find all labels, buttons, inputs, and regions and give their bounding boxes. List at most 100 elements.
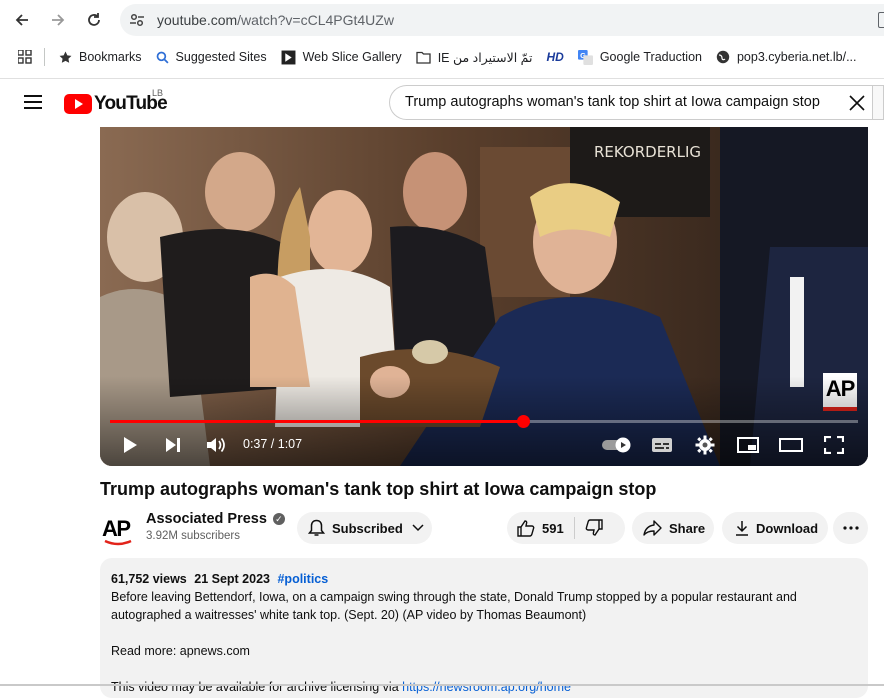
bookmark-label: Web Slice Gallery — [302, 50, 402, 64]
like-count: 591 — [542, 520, 564, 536]
play-icon — [124, 437, 137, 453]
channel-avatar[interactable]: AP — [100, 512, 136, 548]
bookmark-label: pop3.cyberia.net.lb/... — [736, 50, 857, 64]
subscriber-count: 3.92M subscribers — [146, 530, 240, 542]
address-bar[interactable]: youtube.com/watch?v=cCL4PGt4UZw — [120, 4, 884, 36]
next-button[interactable] — [160, 432, 186, 458]
verified-badge-icon: ✓ — [272, 513, 285, 525]
thumbs-down-icon — [585, 519, 603, 536]
bookmark-pop3-cyberia[interactable]: pop3.cyberia.net.lb/... — [716, 50, 857, 64]
forward-button[interactable] — [45, 8, 71, 32]
bookmark-google-traduction[interactable]: G Google Traduction — [577, 49, 702, 65]
search-icon — [156, 51, 169, 64]
bookmark-label: Google Traduction — [599, 50, 702, 64]
miniplayer-icon — [737, 437, 759, 453]
settings-button[interactable] — [692, 432, 718, 458]
bookmarks-bar: Bookmarks Suggested Sites Web Slice Gall… — [0, 40, 884, 74]
bell-icon — [308, 519, 325, 537]
bookmark-label: Suggested Sites — [175, 50, 267, 64]
youtube-header: YouTube LB Trump autographs woman's tank… — [0, 79, 884, 127]
download-button[interactable]: Download — [722, 512, 828, 544]
bookmark-label: تمّ الاستيراد من IE — [437, 50, 533, 65]
bookmark-label: Bookmarks — [79, 50, 142, 64]
url-host: youtube.com — [157, 12, 238, 28]
bookmark-bookmarks[interactable]: Bookmarks — [59, 50, 142, 64]
bookmark-ie-imported[interactable]: تمّ الاستيراد من IE — [416, 50, 533, 65]
translate-icon: G — [577, 49, 593, 65]
channel-name-text: Associated Press — [146, 511, 267, 527]
video-title: Trump autographs woman's tank top shirt … — [100, 479, 657, 499]
download-icon — [735, 520, 749, 536]
description-line: Before leaving Bettendorf, Iowa, on a ca… — [111, 590, 797, 604]
description-box[interactable]: 61,752 views 21 Sept 2023 #politics Befo… — [100, 558, 868, 698]
autoplay-toggle-icon — [602, 437, 631, 453]
more-horizontal-icon — [842, 526, 859, 530]
search-query-text: Trump autographs woman's tank top shirt … — [405, 94, 820, 110]
volume-icon — [207, 437, 225, 453]
captions-icon — [652, 438, 672, 452]
upload-date: 21 Sept 2023 — [194, 572, 270, 586]
fullscreen-icon — [824, 436, 844, 454]
thumbs-up-icon — [517, 520, 535, 537]
share-button[interactable]: Share — [632, 512, 714, 544]
progress-fill — [110, 420, 523, 423]
description-meta: 61,752 views 21 Sept 2023 #politics — [111, 570, 857, 588]
share-icon — [643, 520, 662, 536]
bookmark-hd[interactable]: HD — [546, 50, 563, 64]
next-icon — [166, 438, 180, 452]
bookmark-web-slice-gallery[interactable]: Web Slice Gallery — [281, 50, 402, 65]
dislike-button[interactable] — [585, 519, 603, 537]
autoplay-toggle[interactable] — [600, 432, 634, 458]
like-button[interactable] — [517, 519, 535, 537]
search-button[interactable] — [872, 85, 884, 120]
chalkboard-text: REKORDERLIG — [594, 143, 701, 161]
globe-icon — [716, 50, 730, 64]
web-slice-icon — [281, 50, 296, 65]
bookmark-suggested-sites[interactable]: Suggested Sites — [156, 50, 267, 64]
play-button[interactable] — [117, 432, 143, 458]
channel-name[interactable]: Associated Press ✓ — [146, 511, 285, 527]
like-divider — [573, 517, 575, 539]
like-dislike-group: 591 — [507, 512, 625, 544]
licensing-line: This video may be available for archive … — [111, 678, 857, 696]
bookmarks-divider — [44, 48, 45, 66]
youtube-logo[interactable]: YouTube LB — [64, 88, 168, 115]
clear-search-icon[interactable] — [848, 94, 866, 112]
back-arrow-icon — [15, 14, 28, 26]
fullscreen-button[interactable] — [821, 432, 847, 458]
time-display: 0:37 / 1:07 — [243, 437, 303, 451]
site-settings-icon[interactable] — [128, 11, 146, 29]
url-path: /watch?v=cCL4PGt4UZw — [237, 12, 394, 28]
gear-icon — [695, 435, 715, 455]
hd-icon: HD — [546, 50, 564, 64]
menu-icon[interactable] — [24, 95, 42, 109]
browser-toolbar: youtube.com/watch?v=cCL4PGt4UZw — [0, 0, 884, 40]
youtube-play-logo-icon — [64, 94, 92, 114]
miniplayer-button[interactable] — [735, 432, 761, 458]
channel-avatar-text: AP — [102, 516, 130, 541]
volume-button[interactable] — [203, 432, 229, 458]
read-more-text: Read more: apnews.com — [111, 644, 250, 658]
scrubber-handle[interactable] — [516, 415, 530, 428]
view-count: 61,752 views — [111, 572, 187, 586]
more-actions-button[interactable] — [833, 512, 868, 544]
subtitles-button[interactable] — [649, 432, 675, 458]
subscribed-button[interactable]: Subscribed — [297, 512, 432, 544]
url-text: youtube.com/watch?v=cCL4PGt4UZw — [157, 12, 394, 28]
licensing-text: This video may be available for archive … — [111, 680, 403, 694]
back-button[interactable] — [9, 8, 35, 32]
country-code: LB — [152, 88, 164, 98]
theater-mode-button[interactable] — [778, 432, 804, 458]
reload-icon — [88, 13, 100, 26]
reload-button[interactable] — [81, 8, 107, 32]
licensing-link[interactable]: https://newsroom.ap.org/home — [402, 680, 571, 694]
open-tab-icon[interactable] — [878, 12, 884, 28]
apps-grid-icon[interactable] — [18, 50, 32, 64]
star-icon — [59, 51, 72, 64]
search-input[interactable]: Trump autographs woman's tank top shirt … — [389, 85, 873, 120]
video-player[interactable]: REKORDERLIG AP 0:37 / 1:07 — [100, 127, 868, 466]
hashtag-link[interactable]: #politics — [277, 572, 328, 586]
progress-bar[interactable] — [110, 415, 858, 428]
theater-mode-icon — [779, 438, 803, 452]
